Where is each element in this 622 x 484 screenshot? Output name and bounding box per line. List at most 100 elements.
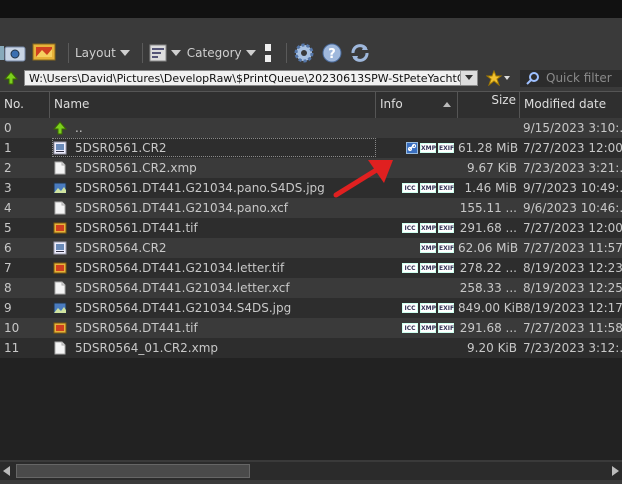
file-name: ..: [75, 121, 83, 135]
gear-icon: [294, 43, 314, 63]
scrollbar-thumb[interactable]: [16, 464, 250, 478]
layout-label: Layout: [75, 46, 116, 60]
tif-file-icon: [53, 261, 67, 275]
file-size: 849.00 KiB: [458, 301, 524, 315]
file-row[interactable]: 0.. 9/15/2023 3:10:...: [0, 118, 622, 138]
file-row[interactable]: 11 5DSR0564_01.CR2.xmp 9.20 KiB 7/23/2023 3…: [0, 338, 622, 358]
refresh-icon: [351, 44, 369, 62]
picture-icon: [32, 43, 56, 61]
toolbar-separator: [285, 43, 287, 63]
file-number: 10: [4, 321, 20, 335]
file-row[interactable]: 10 5DSR0564.DT441.tif ICC XMP EXIF 291.68 ...…: [0, 318, 622, 338]
header-name[interactable]: Name: [50, 92, 376, 118]
file-size: 291.68 ...: [459, 221, 517, 235]
file-row[interactable]: 2 5DSR0561.CR2.xmp 9.67 KiB 7/23/2023 3:21:…: [0, 158, 622, 178]
file-number: 11: [4, 341, 20, 355]
file-row[interactable]: 8 5DSR0564.DT441.G21034.letter.xcf 258.33 …: [0, 278, 622, 298]
image-viewer-button[interactable]: [32, 41, 56, 65]
file-info: XMP EXIF: [380, 238, 456, 258]
annotation-arrow: [333, 160, 393, 198]
link-icon: [406, 142, 418, 154]
file-size: 62.06 MiB: [458, 241, 519, 255]
file-info: ICC XMP EXIF: [380, 258, 456, 278]
file-info: ICC XMP EXIF: [380, 298, 456, 318]
svg-text:?: ?: [328, 47, 336, 62]
file-row[interactable]: 3 5DSR0561.DT441.G21034.pano.S4DS.jpg ICC X…: [0, 178, 622, 198]
file-name: 5DSR0564.CR2: [75, 241, 167, 255]
file-size: 61.28 MiB: [458, 141, 519, 155]
file-row[interactable]: 1 5DSR0561.CR2 XMP EXIF 61.28 MiB 7/27/2023 1…: [0, 138, 622, 158]
file-row[interactable]: 5 5DSR0561.DT441.tif ICC XMP EXIF 291.68 ... 7…: [0, 218, 622, 238]
file-row[interactable]: 9 5DSR0564.DT441.G21034.S4DS.jpg ICC XMP EXI…: [0, 298, 622, 318]
file-number: 1: [4, 141, 12, 155]
chevron-down-icon: [245, 50, 256, 56]
parent-folder-icon: [52, 121, 68, 135]
file-number: 7: [4, 261, 12, 275]
refresh-button[interactable]: [349, 41, 371, 65]
file-modified-date: 9/15/2023 3:10:...: [523, 121, 622, 135]
chevron-down-icon: [119, 50, 130, 56]
file-info: [380, 118, 456, 138]
quick-filter-input[interactable]: Quick filter: [520, 70, 622, 87]
jpg-file-icon: [53, 301, 67, 315]
header-info-label: Info: [380, 97, 403, 111]
favorites-icon[interactable]: [486, 70, 512, 86]
scroll-right-icon[interactable]: [612, 466, 619, 476]
help-button[interactable]: ?: [321, 41, 343, 65]
exif-badge-icon: EXIF: [438, 223, 455, 233]
window-top-band: [0, 0, 622, 18]
file-number: 3: [4, 181, 12, 195]
bottom-edge: [0, 480, 622, 484]
file-size: 291.68 ...: [459, 321, 517, 335]
file-name: 5DSR0564_01.CR2.xmp: [75, 341, 219, 355]
xmp-badge-icon: XMP: [420, 223, 436, 233]
category-dropdown[interactable]: Category: [187, 41, 256, 65]
icc-badge-icon: ICC: [402, 323, 418, 333]
camera-button[interactable]: [0, 41, 26, 65]
toolbar: Layout Category ?: [0, 38, 622, 68]
header-modified[interactable]: Modified date: [520, 92, 622, 118]
layout-dropdown[interactable]: Layout: [75, 41, 130, 65]
chevron-down-icon[interactable]: [460, 71, 477, 85]
file-name: 5DSR0564.DT441.G21034.letter.xcf: [75, 281, 290, 295]
exif-badge-icon: EXIF: [438, 303, 455, 313]
file-number: 9: [4, 301, 12, 315]
exif-badge-icon: EXIF: [438, 183, 455, 193]
parent-folder-icon[interactable]: [4, 71, 18, 85]
file-number: 0: [4, 121, 12, 135]
quick-filter-placeholder: Quick filter: [546, 71, 612, 85]
xmp-badge-icon: XMP: [420, 143, 436, 153]
settings-button[interactable]: [293, 41, 315, 65]
focus-outline: [52, 138, 376, 157]
header-info[interactable]: Info: [376, 92, 458, 118]
xmp-badge-icon: XMP: [420, 303, 436, 313]
file-name: 5DSR0561.DT441.tif: [75, 221, 198, 235]
doc-file-icon: [53, 161, 67, 175]
xmp-badge-icon: XMP: [420, 263, 436, 273]
file-row[interactable]: 4 5DSR0561.DT441.G21034.pano.xcf 155.11 ..…: [0, 198, 622, 218]
file-row[interactable]: 7 5DSR0564.DT441.G21034.letter.tif ICC XMP E…: [0, 258, 622, 278]
file-number: 8: [4, 281, 12, 295]
horizontal-scrollbar[interactable]: [0, 462, 622, 480]
path-bar: W:\Users\David\Pictures\DevelopRaw\$Prin…: [0, 68, 622, 90]
scroll-left-icon[interactable]: [3, 466, 10, 476]
doc-file-icon: [53, 341, 67, 355]
icc-badge-icon: ICC: [402, 303, 418, 313]
file-list: 0.. 9/15/2023 3:10:... 1 5DSR0561.CR2 XMP EXI…: [0, 118, 622, 460]
help-icon: ?: [322, 43, 342, 63]
header-size[interactable]: Size: [458, 92, 520, 118]
header-no[interactable]: No.: [0, 92, 50, 118]
exif-badge-icon: EXIF: [438, 263, 455, 273]
filter-toggle-button[interactable]: [262, 41, 274, 65]
jpg-file-icon: [53, 181, 67, 195]
tif-file-icon: [53, 221, 67, 235]
search-icon: [526, 72, 539, 85]
file-row[interactable]: 6 5DSR0564.CR2 XMP EXIF 62.06 MiB 7/27/2023 1…: [0, 238, 622, 258]
file-modified-date: 8/19/2023 12:25...: [523, 281, 622, 295]
path-input[interactable]: W:\Users\David\Pictures\DevelopRaw\$Prin…: [24, 70, 478, 86]
file-info: [380, 338, 456, 358]
file-size: 155.11 ...: [459, 201, 517, 215]
sort-dropdown[interactable]: [149, 41, 181, 65]
xmp-badge-icon: XMP: [420, 323, 436, 333]
file-name: 5DSR0564.DT441.G21034.S4DS.jpg: [75, 301, 292, 315]
